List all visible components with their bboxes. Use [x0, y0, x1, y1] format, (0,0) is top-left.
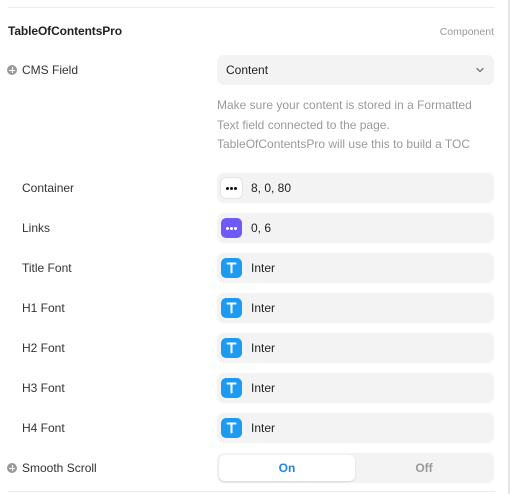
property-row-smooth-scroll: Smooth Scroll On Off [0, 453, 508, 483]
font-name: Inter [251, 301, 276, 315]
help-line: Text field connected to the page. [217, 117, 390, 132]
property-label: Links [22, 221, 51, 235]
font-name: Inter [251, 421, 276, 435]
cms-field-help-text: Make sure your content is stored in a Fo… [217, 96, 502, 155]
text-t-icon[interactable] [221, 258, 242, 278]
field-value: 0, 6 [251, 221, 272, 235]
smooth-scroll-off-option[interactable]: Off [356, 455, 492, 481]
property-label: Title Font [22, 261, 72, 275]
h2-font-field[interactable]: Inter [217, 333, 494, 363]
property-label: H1 Font [22, 301, 65, 315]
property-row-h3-font: H3 Font Inter [0, 373, 508, 403]
smooth-scroll-toggle[interactable]: On Off [217, 453, 494, 483]
help-line: Make sure your content is stored in a Fo… [217, 98, 472, 112]
property-label: H3 Font [22, 381, 65, 395]
top-divider [8, 7, 495, 8]
bottom-divider [8, 491, 495, 492]
property-row-h1-font: H1 Font Inter [0, 293, 508, 323]
property-label: CMS Field [22, 63, 79, 77]
text-t-icon[interactable] [221, 378, 242, 398]
smooth-scroll-on-option[interactable]: On [219, 455, 355, 481]
component-title: TableOfContentsPro [8, 24, 122, 38]
links-field[interactable]: 0, 6 [217, 213, 494, 243]
text-t-icon[interactable] [221, 418, 242, 438]
property-label: Smooth Scroll [22, 461, 97, 475]
dots-icon[interactable] [221, 218, 242, 238]
property-row-title-font: Title Font Inter [0, 253, 508, 283]
text-t-icon[interactable] [221, 338, 242, 358]
text-t-icon[interactable] [221, 298, 242, 318]
h1-font-field[interactable]: Inter [217, 293, 494, 323]
property-row-cms-field: CMS Field Content [0, 55, 508, 85]
font-name: Inter [251, 261, 276, 275]
property-row-container: Container 8, 0, 80 [0, 173, 508, 203]
font-name: Inter [251, 381, 276, 395]
dots-icon[interactable] [221, 178, 242, 198]
component-badge: Component [439, 26, 494, 38]
property-row-links: Links 0, 6 [0, 213, 508, 243]
select-value: Content [226, 63, 269, 77]
add-circle-icon[interactable] [7, 463, 17, 473]
title-font-field[interactable]: Inter [217, 253, 494, 283]
container-padding-field[interactable]: 8, 0, 80 [217, 173, 494, 203]
property-row-h4-font: H4 Font Inter [0, 413, 508, 443]
h3-font-field[interactable]: Inter [217, 373, 494, 403]
add-circle-icon[interactable] [7, 65, 17, 75]
property-label: Container [22, 181, 75, 195]
h4-font-field[interactable]: Inter [217, 413, 494, 443]
field-value: 8, 0, 80 [251, 181, 292, 195]
help-line: TableOfContentsPro will use this to buil… [217, 137, 471, 151]
property-label: H4 Font [22, 421, 65, 435]
property-row-h2-font: H2 Font Inter [0, 333, 508, 363]
font-name: Inter [251, 341, 276, 355]
cms-field-select[interactable]: Content [217, 55, 494, 85]
chevron-down-icon [476, 67, 484, 73]
property-label: H2 Font [22, 341, 65, 355]
component-header: TableOfContentsPro Component [8, 24, 494, 40]
